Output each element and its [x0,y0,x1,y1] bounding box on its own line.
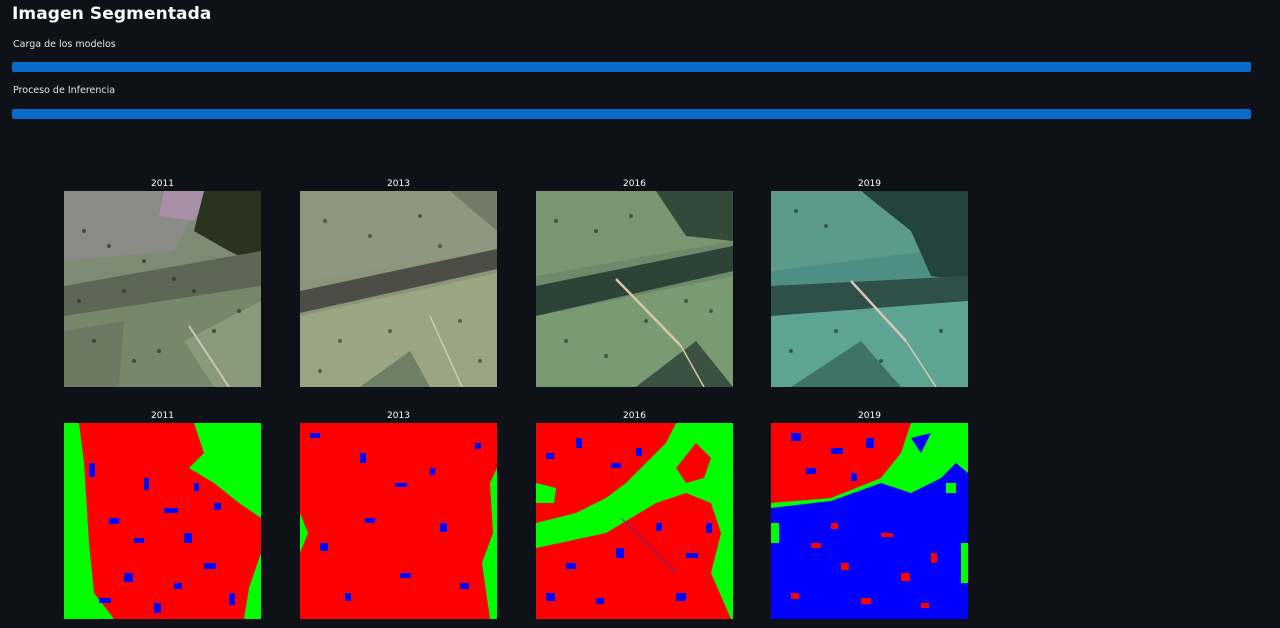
progress-label-inference: Proceso de Inferencia [13,85,116,96]
segmentation-title-2019: 2019 [858,411,881,421]
segmentation-mask-2011 [64,423,261,619]
segmentation-mask-2013 [300,423,497,619]
satellite-title-2016: 2016 [623,179,646,189]
satellite-title-2013: 2013 [387,179,410,189]
segmentation-title-2011: 2011 [151,411,174,421]
satellite-title-2011: 2011 [151,179,174,189]
satellite-image-2016 [536,191,733,387]
page-title: Imagen Segmentada [12,4,212,24]
progress-bar-models [12,62,1251,72]
satellite-title-2019: 2019 [858,179,881,189]
progress-label-models: Carga de los modelos [13,39,116,50]
satellite-image-2011 [64,191,261,387]
progress-fill-models [12,62,1251,72]
progress-bar-inference [12,109,1251,119]
segmentation-mask-2019 [771,423,968,619]
satellite-image-2013 [300,191,497,387]
segmentation-mask-2016 [536,423,733,619]
segmentation-title-2013: 2013 [387,411,410,421]
app-container: Imagen Segmentada Carga de los modelos P… [0,0,1280,628]
satellite-image-2019 [771,191,968,387]
segmentation-title-2016: 2016 [623,411,646,421]
progress-fill-inference [12,109,1251,119]
